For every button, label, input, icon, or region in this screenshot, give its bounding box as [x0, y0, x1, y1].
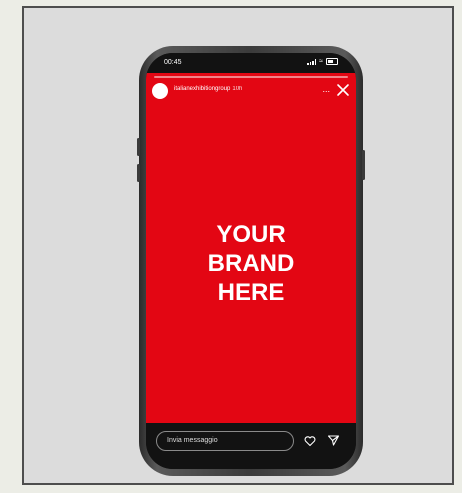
- wifi-icon: ≈: [319, 57, 323, 65]
- heart-icon[interactable]: [304, 435, 316, 447]
- brand-line: HERE: [217, 279, 285, 306]
- send-icon[interactable]: [327, 434, 340, 447]
- reply-bar: Invia messaggio: [146, 423, 356, 469]
- status-icons: ≈: [307, 58, 338, 65]
- brand-line: BRAND: [207, 250, 295, 277]
- power-button: [362, 150, 365, 180]
- status-bar: 00:45 ≈: [146, 53, 356, 73]
- close-icon[interactable]: [336, 83, 350, 97]
- story-username[interactable]: italianexhibitiongroup 10h: [174, 86, 242, 92]
- story-header: italianexhibitiongroup 10h ...: [152, 83, 350, 101]
- brand-line: YOUR: [216, 221, 286, 248]
- story-content[interactable]: italianexhibitiongroup 10h ... YOUR BRAND…: [146, 73, 356, 423]
- status-time: 00:45: [164, 59, 182, 66]
- volume-up-button: [137, 138, 140, 156]
- message-input[interactable]: Invia messaggio: [156, 431, 294, 451]
- story-age: 10h: [232, 86, 243, 92]
- brand-text: YOUR BRAND HERE: [146, 220, 356, 307]
- signal-icon: [307, 58, 317, 65]
- more-options-icon[interactable]: ...: [322, 84, 330, 94]
- volume-down-button: [137, 164, 140, 182]
- username-label: italianexhibitiongroup: [174, 86, 231, 92]
- phone-mockup: 00:45 ≈ italianexhibitiongroup 10h ... Y…: [137, 46, 365, 476]
- phone-screen: 00:45 ≈ italianexhibitiongroup 10h ... Y…: [146, 53, 356, 469]
- story-progress-bar: [154, 76, 348, 78]
- battery-icon: [326, 58, 338, 65]
- profile-avatar[interactable]: [152, 83, 168, 99]
